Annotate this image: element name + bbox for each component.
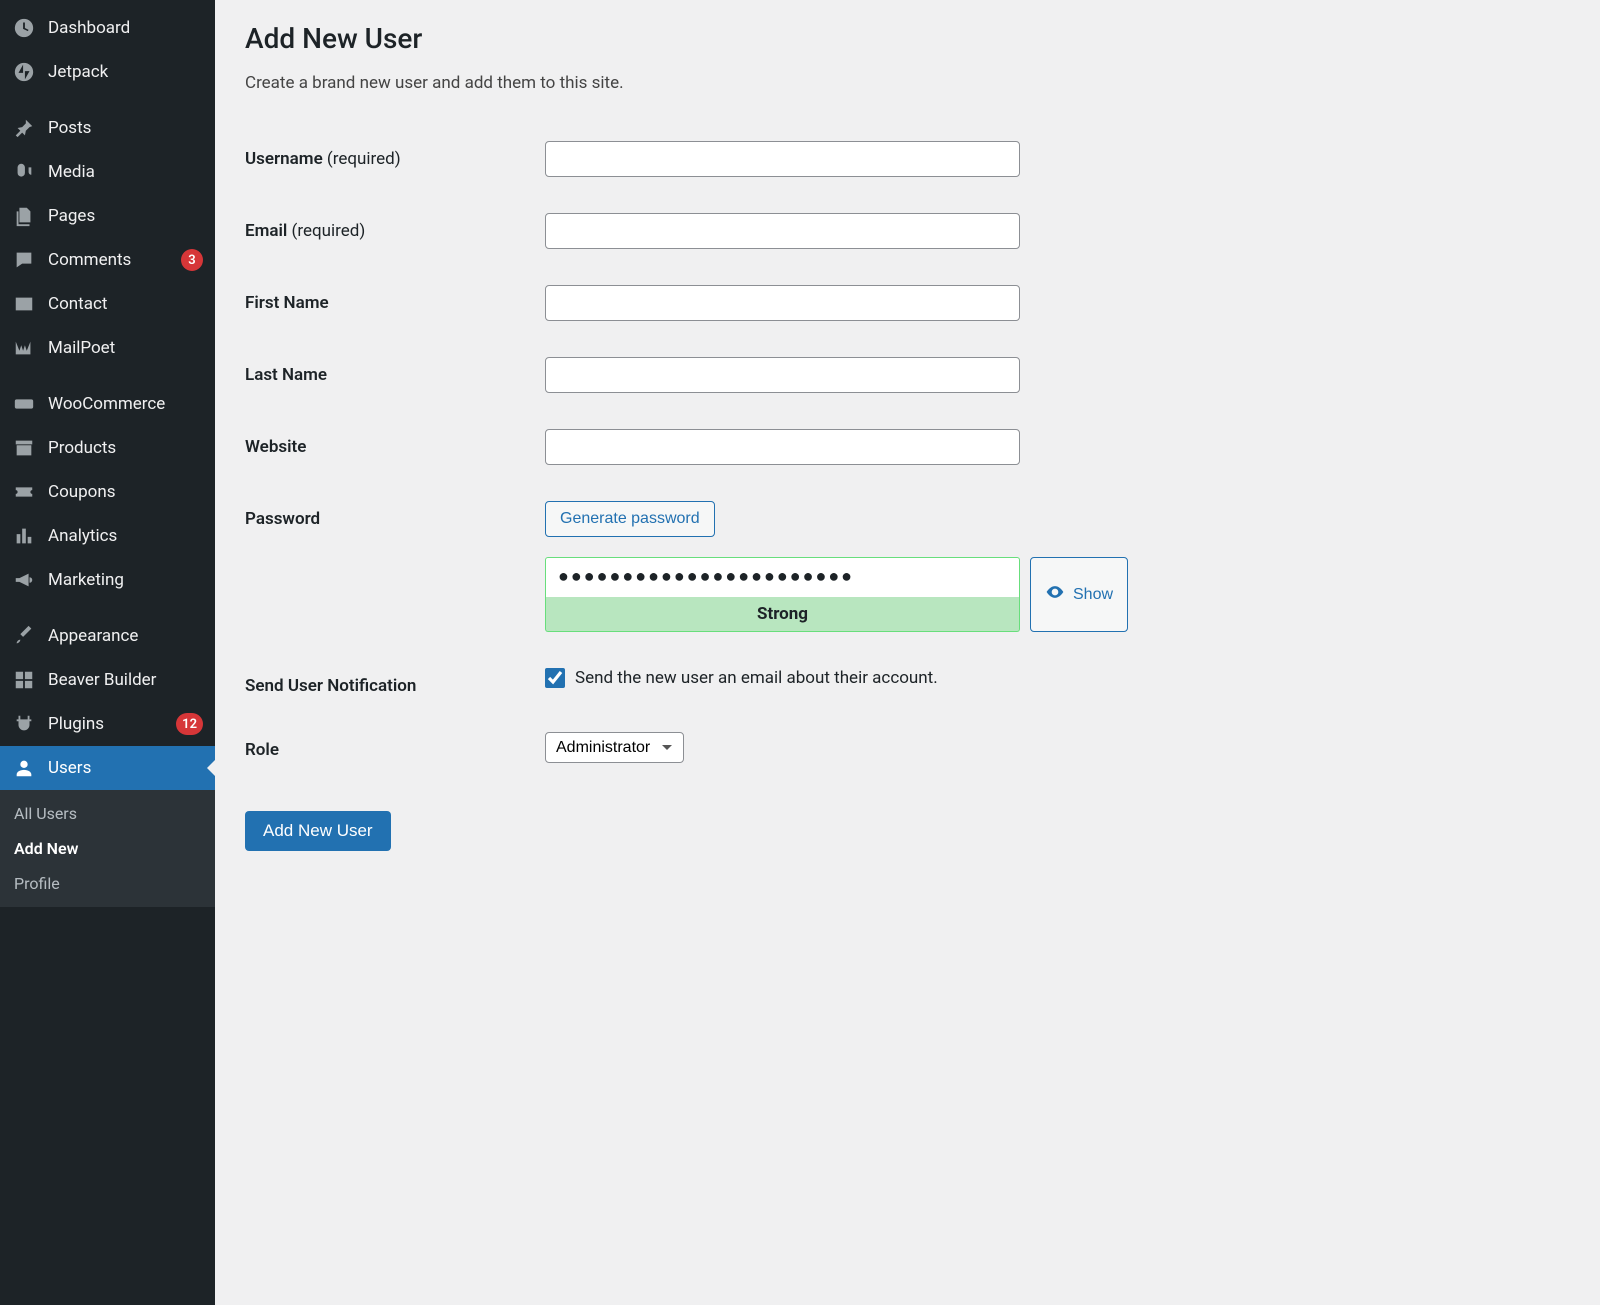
pages-icon — [12, 204, 36, 228]
sidebar-item-label: Users — [48, 758, 203, 778]
sidebar-item-marketing[interactable]: Marketing — [0, 558, 215, 602]
comments-badge: 3 — [181, 249, 203, 271]
generate-password-button[interactable]: Generate password — [545, 501, 715, 537]
sidebar-item-mailpoet[interactable]: MailPoet — [0, 326, 215, 370]
email-input[interactable] — [545, 213, 1020, 249]
pin-icon — [12, 116, 36, 140]
role-label: Role — [245, 732, 545, 760]
brush-icon — [12, 624, 36, 648]
website-input[interactable] — [545, 429, 1020, 465]
sidebar-item-appearance[interactable]: Appearance — [0, 614, 215, 658]
media-icon — [12, 160, 36, 184]
last-name-input[interactable] — [545, 357, 1020, 393]
notification-checkbox[interactable] — [545, 668, 565, 688]
main-content: Add New User Create a brand new user and… — [215, 0, 1600, 1305]
megaphone-icon — [12, 568, 36, 592]
sidebar-item-label: Appearance — [48, 626, 203, 646]
notification-text: Send the new user an email about their a… — [575, 668, 938, 688]
add-new-user-button[interactable]: Add New User — [245, 811, 391, 851]
username-label: Username (required) — [245, 141, 545, 169]
email-label: Email (required) — [245, 213, 545, 241]
sidebar-item-label: Posts — [48, 118, 203, 138]
show-password-button[interactable]: Show — [1030, 557, 1128, 632]
sidebar-item-label: Media — [48, 162, 203, 182]
role-select[interactable]: Administrator — [545, 732, 684, 763]
user-icon — [12, 756, 36, 780]
ticket-icon — [12, 480, 36, 504]
field-row-notification: Send User Notification Send the new user… — [245, 650, 1570, 714]
sidebar-item-products[interactable]: Products — [0, 426, 215, 470]
sidebar-item-label: Contact — [48, 294, 203, 314]
notification-checkbox-label[interactable]: Send the new user an email about their a… — [545, 668, 1570, 688]
sidebar-item-media[interactable]: Media — [0, 150, 215, 194]
menu-separator — [0, 370, 215, 382]
show-button-label: Show — [1073, 586, 1113, 604]
submenu-item-profile[interactable]: Profile — [0, 866, 215, 901]
eye-icon — [1045, 582, 1065, 607]
sidebar-item-label: Products — [48, 438, 203, 458]
sidebar-item-label: Comments — [48, 250, 175, 270]
sidebar-item-woocommerce[interactable]: WooCommerce — [0, 382, 215, 426]
sidebar-item-pages[interactable]: Pages — [0, 194, 215, 238]
field-row-role: Role Administrator — [245, 714, 1570, 781]
field-row-last-name: Last Name — [245, 339, 1570, 411]
submenu-item-add-new[interactable]: Add New — [0, 831, 215, 866]
menu-separator — [0, 94, 215, 106]
plug-icon — [12, 712, 36, 736]
field-row-password: Password Generate password ●●●●●●●●●●●●●… — [245, 483, 1570, 650]
sidebar-item-posts[interactable]: Posts — [0, 106, 215, 150]
field-row-email: Email (required) — [245, 195, 1570, 267]
sidebar-item-label: MailPoet — [48, 338, 203, 358]
page-title: Add New User — [245, 22, 1570, 55]
field-row-website: Website — [245, 411, 1570, 483]
sidebar-item-beaver-builder[interactable]: Beaver Builder — [0, 658, 215, 702]
sidebar-item-contact[interactable]: Contact — [0, 282, 215, 326]
sidebar-item-dashboard[interactable]: Dashboard — [0, 6, 215, 50]
sidebar-item-label: Analytics — [48, 526, 203, 546]
password-label: Password — [245, 501, 545, 529]
password-input[interactable]: ●●●●●●●●●●●●●●●●●●●●●●● — [545, 557, 1020, 597]
sidebar-item-comments[interactable]: Comments 3 — [0, 238, 215, 282]
username-input[interactable] — [545, 141, 1020, 177]
website-label: Website — [245, 429, 545, 457]
mailpoet-icon — [12, 336, 36, 360]
users-submenu: All Users Add New Profile — [0, 790, 215, 907]
sidebar-item-coupons[interactable]: Coupons — [0, 470, 215, 514]
woo-icon — [12, 392, 36, 416]
first-name-label: First Name — [245, 285, 545, 313]
field-row-first-name: First Name — [245, 267, 1570, 339]
sidebar-item-label: Plugins — [48, 714, 170, 734]
dashboard-icon — [12, 16, 36, 40]
sidebar-item-label: Beaver Builder — [48, 670, 203, 690]
grid-icon — [12, 668, 36, 692]
field-row-username: Username (required) — [245, 123, 1570, 195]
admin-sidebar: Dashboard Jetpack Posts Media Pages Comm… — [0, 0, 215, 1305]
sidebar-item-jetpack[interactable]: Jetpack — [0, 50, 215, 94]
sidebar-item-analytics[interactable]: Analytics — [0, 514, 215, 558]
archive-icon — [12, 436, 36, 460]
submenu-item-all-users[interactable]: All Users — [0, 796, 215, 831]
sidebar-item-label: Coupons — [48, 482, 203, 502]
last-name-label: Last Name — [245, 357, 545, 385]
sidebar-item-label: Jetpack — [48, 62, 203, 82]
sidebar-item-label: WooCommerce — [48, 394, 203, 414]
menu-separator — [0, 602, 215, 614]
add-user-form: Username (required) Email (required) Fir… — [245, 123, 1570, 781]
bars-icon — [12, 524, 36, 548]
sidebar-item-label: Marketing — [48, 570, 203, 590]
comment-icon — [12, 248, 36, 272]
plugins-badge: 12 — [176, 713, 203, 735]
sidebar-item-users[interactable]: Users — [0, 746, 215, 790]
notification-label: Send User Notification — [245, 668, 545, 696]
sidebar-item-label: Dashboard — [48, 18, 203, 38]
first-name-input[interactable] — [545, 285, 1020, 321]
page-description: Create a brand new user and add them to … — [245, 73, 1570, 93]
sidebar-item-label: Pages — [48, 206, 203, 226]
sidebar-item-plugins[interactable]: Plugins 12 — [0, 702, 215, 746]
jetpack-icon — [12, 60, 36, 84]
mail-icon — [12, 292, 36, 316]
password-strength-meter: Strong — [545, 597, 1020, 632]
